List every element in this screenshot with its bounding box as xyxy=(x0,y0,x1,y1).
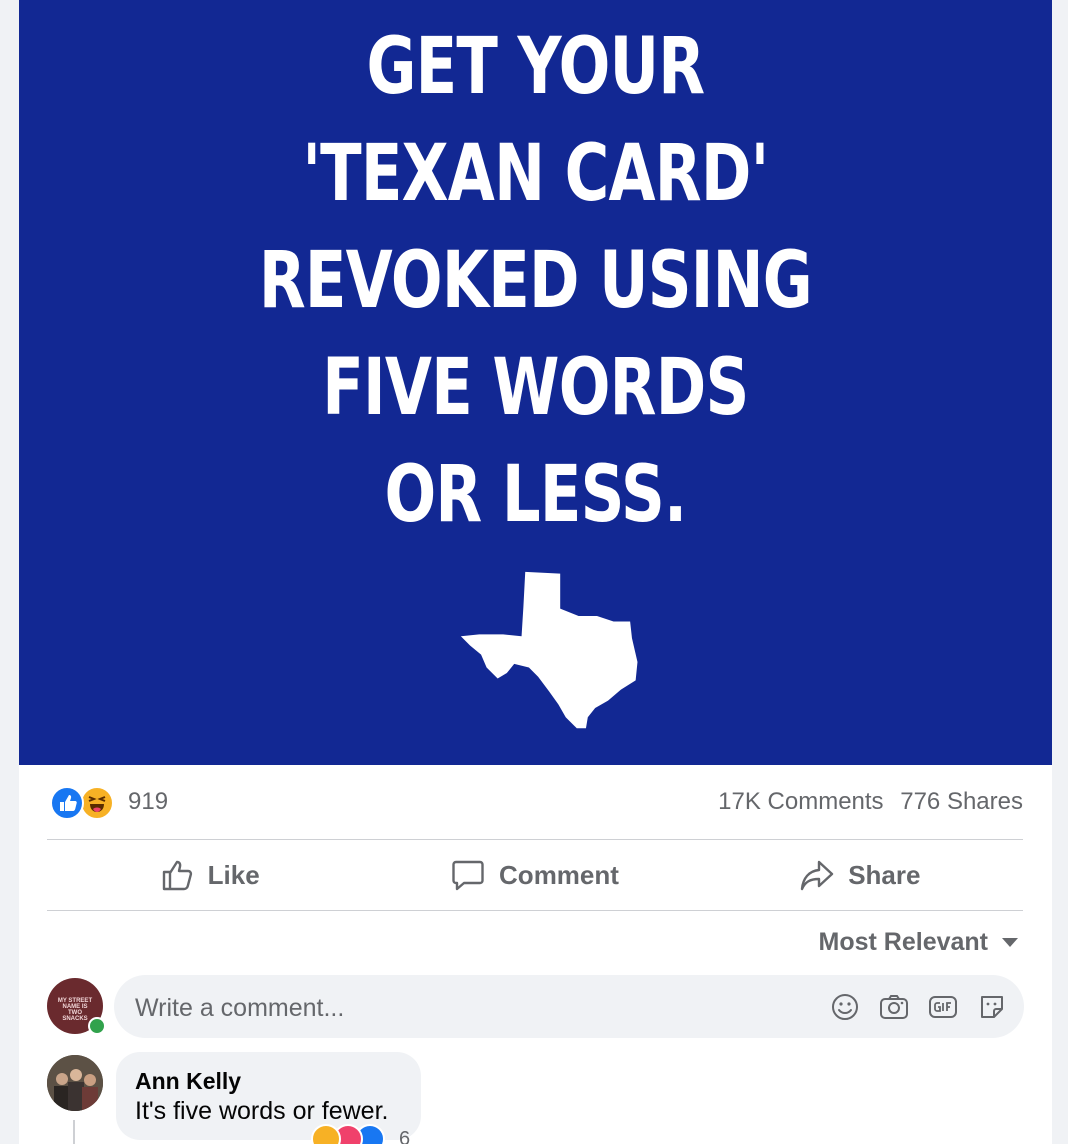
comment-author[interactable]: Ann Kelly xyxy=(135,1068,241,1095)
comment-reaction-count: 6 xyxy=(399,1128,411,1144)
group-photo-icon xyxy=(47,1055,103,1111)
thread-line xyxy=(73,1120,75,1144)
camera-icon[interactable] xyxy=(878,991,910,1023)
comment-label: Comment xyxy=(499,859,619,890)
haha-reaction-icon xyxy=(80,786,114,820)
post-image[interactable]: GET YOUR 'TEXAN CARD' REVOKED USING FIVE… xyxy=(19,0,1052,765)
comment-text: It's five words or fewer. xyxy=(135,1097,389,1125)
sticker-icon[interactable] xyxy=(976,991,1008,1023)
haha-reaction-icon xyxy=(311,1124,341,1144)
headline-line: REVOKED USING xyxy=(258,236,813,326)
share-label: Share xyxy=(848,859,921,890)
comments-count-link[interactable]: 17K Comments xyxy=(718,788,883,815)
commenter-avatar[interactable] xyxy=(47,1055,103,1111)
comment-reactions[interactable]: 6 xyxy=(311,1124,421,1144)
share-button[interactable]: Share xyxy=(698,845,1023,905)
post-actions-bar: Like Comment Share xyxy=(47,845,1023,905)
reaction-count[interactable]: 919 xyxy=(128,788,168,816)
headline-line: OR LESS. xyxy=(384,450,687,540)
like-reaction-icon xyxy=(50,786,84,820)
emoji-icon[interactable] xyxy=(829,991,861,1023)
divider xyxy=(47,910,1023,911)
reaction-icons[interactable] xyxy=(50,786,120,820)
post-card: GET YOUR 'TEXAN CARD' REVOKED USING FIVE… xyxy=(19,0,1052,1144)
online-status-indicator xyxy=(88,1017,106,1035)
gif-icon[interactable] xyxy=(927,991,959,1023)
comment-button[interactable]: Comment xyxy=(372,845,697,905)
headline-line: 'TEXAN CARD' xyxy=(302,129,769,219)
comment-sort-dropdown[interactable]: Most Relevant xyxy=(819,928,1018,957)
share-arrow-icon xyxy=(800,860,834,891)
post-image-headline: GET YOUR 'TEXAN CARD' REVOKED USING FIVE… xyxy=(133,14,939,549)
comment-input-icons xyxy=(812,991,1008,1023)
shares-count-link[interactable]: 776 Shares xyxy=(900,788,1023,815)
caret-down-icon xyxy=(1002,938,1018,947)
comment-input[interactable]: Write a comment... xyxy=(114,975,1024,1038)
texas-state-icon xyxy=(460,571,638,729)
post-stats: 919 17K Comments 776 Shares xyxy=(47,782,1023,822)
comment-bubble-icon xyxy=(452,860,484,891)
comment-input-placeholder: Write a comment... xyxy=(135,994,345,1022)
divider xyxy=(47,839,1023,840)
stats-right: 17K Comments 776 Shares xyxy=(708,788,1023,816)
like-label: Like xyxy=(207,859,260,890)
avatar-shirt-text: MY STREET NAME IS TWO SNACKS xyxy=(57,998,93,1022)
sort-label: Most Relevant xyxy=(818,928,988,956)
thumbs-up-icon xyxy=(162,860,192,891)
headline-line: FIVE WORDS xyxy=(322,343,749,433)
like-button[interactable]: Like xyxy=(47,845,372,905)
headline-line: GET YOUR xyxy=(366,22,705,112)
